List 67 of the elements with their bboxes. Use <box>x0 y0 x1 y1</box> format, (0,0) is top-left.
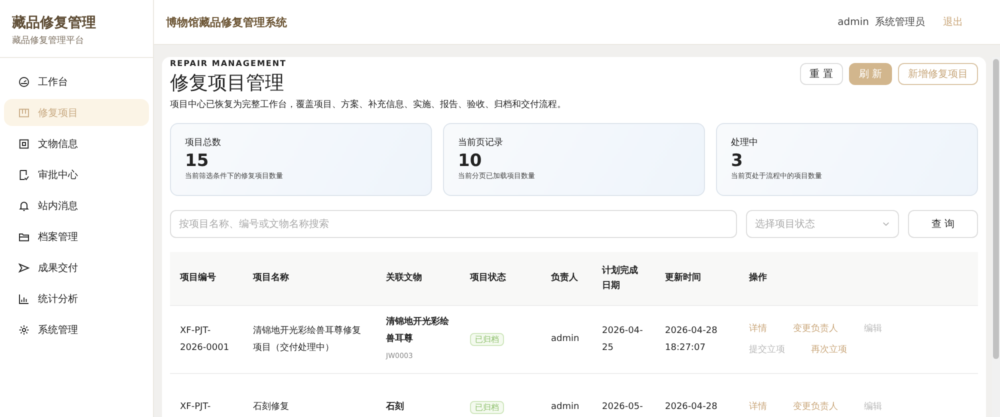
action-link[interactable]: 详情 <box>749 320 767 338</box>
action-link[interactable]: 变更负责人 <box>793 320 838 338</box>
send-icon <box>18 262 30 274</box>
stat-label: 当前页记录 <box>458 136 504 149</box>
action-link[interactable]: 再次立项 <box>811 342 847 358</box>
column-header: 关联文物 <box>385 271 423 285</box>
page-description: 项目中心已恢复为完整工作台，覆盖项目、方案、补充信息、实施、报告、验收、归档和交付流程。 <box>170 98 566 111</box>
sidebar-item[interactable]: 成果交付 <box>4 254 149 281</box>
relic-name: 石刻 <box>386 400 405 414</box>
settings-icon <box>18 324 30 336</box>
sidebar-item[interactable]: 修复项目 <box>4 99 149 126</box>
relic-name: 清锦地开光彩绘兽耳尊 <box>386 315 450 346</box>
sidebar-item[interactable]: 审批中心 <box>4 161 149 188</box>
sidebar-item[interactable]: 站内消息 <box>4 192 149 219</box>
bell-icon <box>18 200 30 212</box>
status-tag: 已归档 <box>470 400 504 414</box>
column-header: 更新时间 <box>664 271 702 285</box>
table-cell-text: 2026-04-25 <box>601 324 644 354</box>
table-cell-text: admin <box>550 401 580 414</box>
stat-value: 3 <box>731 151 744 171</box>
status-select[interactable]: 选择项目状态 <box>746 210 899 238</box>
action-link[interactable]: 变更负责人 <box>793 399 838 416</box>
system-title: 博物馆藏品修复管理系统 <box>166 14 287 30</box>
app-title: 藏品修复管理 <box>12 14 97 32</box>
bar-chart-icon <box>18 292 30 304</box>
checklist-icon <box>18 168 30 180</box>
section-eyebrow: REPAIR MANAGEMENT <box>170 59 288 68</box>
grid-icon <box>18 106 30 118</box>
action-link[interactable]: 详情 <box>749 399 767 416</box>
sidebar-item[interactable]: 文物信息 <box>4 130 149 157</box>
stat-label: 处理中 <box>731 136 759 149</box>
add-project-button[interactable]: 新增修复项目 <box>898 63 978 85</box>
gauge-icon <box>18 76 30 88</box>
query-button[interactable]: 查 询 <box>908 210 978 238</box>
column-header: 计划完成日期 <box>600 264 639 292</box>
column-header: 项目状态 <box>468 271 507 285</box>
folder-icon <box>18 230 30 242</box>
column-header: 负责人 <box>550 271 579 285</box>
table-cell-text: admin <box>550 333 580 346</box>
table-cell-text: XF-PJT- <box>179 401 212 414</box>
reset-button[interactable]: 重 置 <box>800 63 843 85</box>
stat-value: 10 <box>458 151 483 171</box>
stat-value: 15 <box>185 151 210 171</box>
logout-link[interactable]: 退出 <box>943 15 963 29</box>
refresh-button[interactable]: 刷 新 <box>848 63 892 85</box>
table-cell-text: 2026-05- <box>601 401 644 414</box>
chevron-down-icon <box>882 221 890 227</box>
sidebar-item[interactable]: 工作台 <box>4 68 149 95</box>
table-cell-text: 2026-04-28 18:27:07 <box>664 324 718 354</box>
table-cell-text: 2026-04-28 <box>664 401 718 414</box>
page-title: 修复项目管理 <box>170 71 285 96</box>
column-header: 项目编号 <box>178 271 217 285</box>
sidebar-item[interactable]: 档案管理 <box>4 223 149 250</box>
table-cell-text: XF-PJT-2026-0001 <box>179 324 230 354</box>
sidebar-item[interactable]: 系统管理 <box>4 316 149 343</box>
column-header: 操作 <box>748 272 768 285</box>
user-role: 系统管理员 <box>875 16 925 29</box>
column-header: 项目名称 <box>252 272 290 285</box>
stat-label: 项目总数 <box>185 136 222 149</box>
table-cell-text: 清锦地开光彩绘兽耳尊修复项目（交付处理中） <box>252 324 362 354</box>
sidebar-item[interactable]: 统计分析 <box>4 285 149 312</box>
status-tag: 已归档 <box>470 332 504 346</box>
search-field[interactable]: 按项目名称、编号或文物名称搜索 <box>170 210 737 238</box>
app-subtitle: 藏品修复管理平台 <box>12 34 85 47</box>
table-cell-text: 石刻修复 <box>252 400 290 414</box>
document-icon <box>18 138 30 150</box>
username: admin <box>838 16 869 28</box>
